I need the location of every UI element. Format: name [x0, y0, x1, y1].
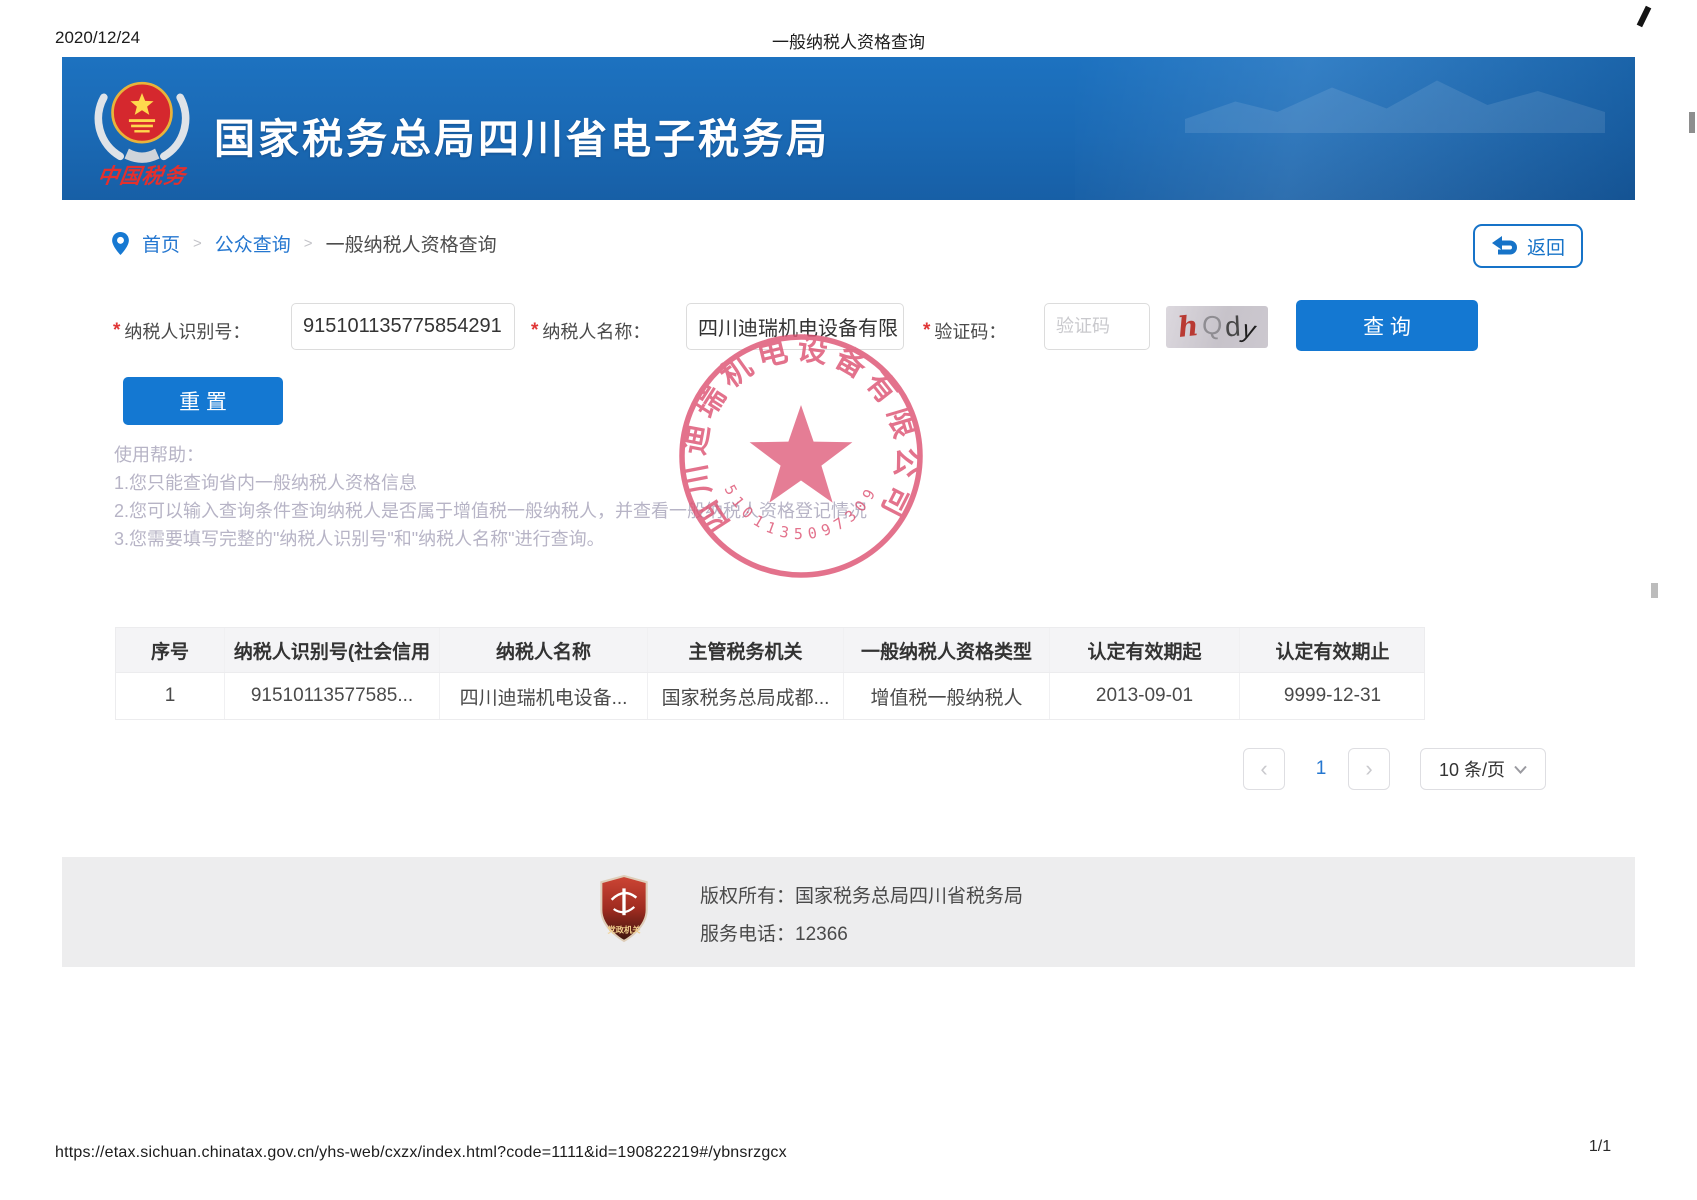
- help-line: 3.您需要填写完整的"纳税人识别号"和"纳税人名称"进行查询。: [114, 525, 867, 553]
- scan-artifact: [1651, 583, 1658, 598]
- footer-text: 版权所有：国家税务总局四川省税务局 服务电话：12366: [700, 881, 1023, 946]
- cell-valid-to: 9999-12-31: [1239, 673, 1425, 719]
- cell-index: 1: [116, 673, 224, 719]
- copyright-line: 版权所有：国家税务总局四川省税务局: [700, 881, 1023, 908]
- reset-button[interactable]: 重 置: [123, 377, 283, 425]
- breadcrumb-public-query[interactable]: 公众查询: [215, 230, 291, 257]
- cell-taxpayer-id: 91510113577585...: [224, 673, 439, 719]
- scan-artifact: [1637, 6, 1652, 28]
- col-header-qualification-type: 一般纳税人资格类型: [843, 628, 1049, 672]
- prev-page-button[interactable]: ‹: [1243, 748, 1285, 790]
- tax-bureau-emblem-icon: [86, 69, 198, 165]
- query-button[interactable]: 查 询: [1296, 300, 1478, 351]
- back-button-label: 返回: [1527, 233, 1565, 260]
- help-line: 2.您可以输入查询条件查询纳税人是否属于增值税一般纳税人，并查看一般纳税人资格登…: [114, 497, 867, 525]
- cell-valid-from: 2013-09-01: [1049, 673, 1239, 719]
- service-phone-line: 服务电话：12366: [700, 919, 1023, 946]
- required-asterisk: *: [113, 320, 120, 342]
- col-header-taxpayer-name: 纳税人名称: [439, 628, 647, 672]
- results-table: 序号 纳税人识别号(社会信用 纳税人名称 主管税务机关 一般纳税人资格类型 认定…: [115, 627, 1425, 720]
- location-pin-icon: [112, 232, 129, 255]
- print-page-indicator: 1/1: [1560, 1138, 1640, 1156]
- taxpayer-id-input[interactable]: [291, 303, 515, 350]
- breadcrumb-home[interactable]: 首页: [142, 230, 180, 257]
- captcha-char: h: [1177, 312, 1200, 342]
- site-title: 国家税务总局四川省电子税务局: [214, 105, 830, 165]
- col-header-valid-to: 认定有效期止: [1239, 628, 1425, 672]
- page-footer: 党政机关 版权所有：国家税务总局四川省税务局 服务电话：12366: [62, 857, 1635, 967]
- captcha-char: Q: [1201, 311, 1223, 339]
- site-banner: 中国税务 国家税务总局四川省电子税务局: [62, 57, 1635, 200]
- captcha-char: y: [1241, 317, 1257, 344]
- scan-artifact: [1689, 112, 1695, 133]
- table-header-row: 序号 纳税人识别号(社会信用 纳税人名称 主管税务机关 一般纳税人资格类型 认定…: [116, 628, 1424, 673]
- taxpayer-name-label: 纳税人名称：: [542, 318, 650, 344]
- next-page-button[interactable]: ›: [1348, 748, 1390, 790]
- table-row: 1 91510113577585... 四川迪瑞机电设备... 国家税务总局成都…: [116, 673, 1424, 719]
- cell-qualification-type: 增值税一般纳税人: [843, 673, 1049, 719]
- help-title: 使用帮助：: [114, 441, 867, 469]
- print-url: https://etax.sichuan.chinatax.gov.cn/yhs…: [55, 1144, 787, 1162]
- col-header-valid-from: 认定有效期起: [1049, 628, 1239, 672]
- captcha-image[interactable]: h Q d y: [1166, 306, 1268, 348]
- required-asterisk: *: [923, 320, 930, 342]
- captcha-label-group: * 验证码：: [923, 318, 1006, 344]
- col-header-taxpayer-id: 纳税人识别号(社会信用: [224, 628, 439, 672]
- government-badge-icon: 党政机关: [598, 875, 650, 943]
- page-number[interactable]: 1: [1300, 758, 1342, 780]
- cell-taxpayer-name: 四川迪瑞机电设备...: [439, 673, 647, 719]
- taxpayer-name-input[interactable]: [686, 303, 904, 350]
- col-header-index: 序号: [116, 628, 224, 672]
- required-asterisk: *: [531, 320, 538, 342]
- captcha-input[interactable]: [1044, 303, 1150, 350]
- breadcrumb-current: 一般纳税人资格查询: [326, 230, 497, 257]
- taxpayer-id-label-group: * 纳税人识别号：: [113, 318, 250, 344]
- breadcrumb-separator: >: [193, 235, 202, 252]
- cell-tax-authority: 国家税务总局成都...: [647, 673, 843, 719]
- back-button[interactable]: 返回: [1473, 224, 1583, 268]
- print-page-title: 一般纳税人资格查询: [0, 28, 1697, 53]
- page-size-value: 10 条/页: [1439, 756, 1505, 782]
- chevron-down-icon: [1514, 765, 1527, 774]
- return-arrow-icon: [1491, 235, 1519, 258]
- page-size-select[interactable]: 10 条/页: [1420, 748, 1546, 790]
- taxpayer-id-label: 纳税人识别号：: [124, 318, 250, 344]
- breadcrumb: 首页 > 公众查询 > 一般纳税人资格查询: [112, 227, 497, 259]
- captcha-label: 验证码：: [934, 318, 1006, 344]
- captcha-char: d: [1224, 313, 1241, 342]
- breadcrumb-separator: >: [304, 235, 313, 252]
- col-header-tax-authority: 主管税务机关: [647, 628, 843, 672]
- page: { "print_header": { "date": "2020/12/24"…: [0, 0, 1697, 1200]
- logo-caption: 中国税务: [78, 160, 206, 190]
- taxpayer-name-label-group: * 纳税人名称：: [531, 318, 650, 344]
- help-line: 1.您只能查询省内一般纳税人资格信息: [114, 469, 867, 497]
- badge-label: 党政机关: [608, 925, 642, 935]
- usage-help: 使用帮助： 1.您只能查询省内一般纳税人资格信息 2.您可以输入查询条件查询纳税…: [114, 441, 867, 553]
